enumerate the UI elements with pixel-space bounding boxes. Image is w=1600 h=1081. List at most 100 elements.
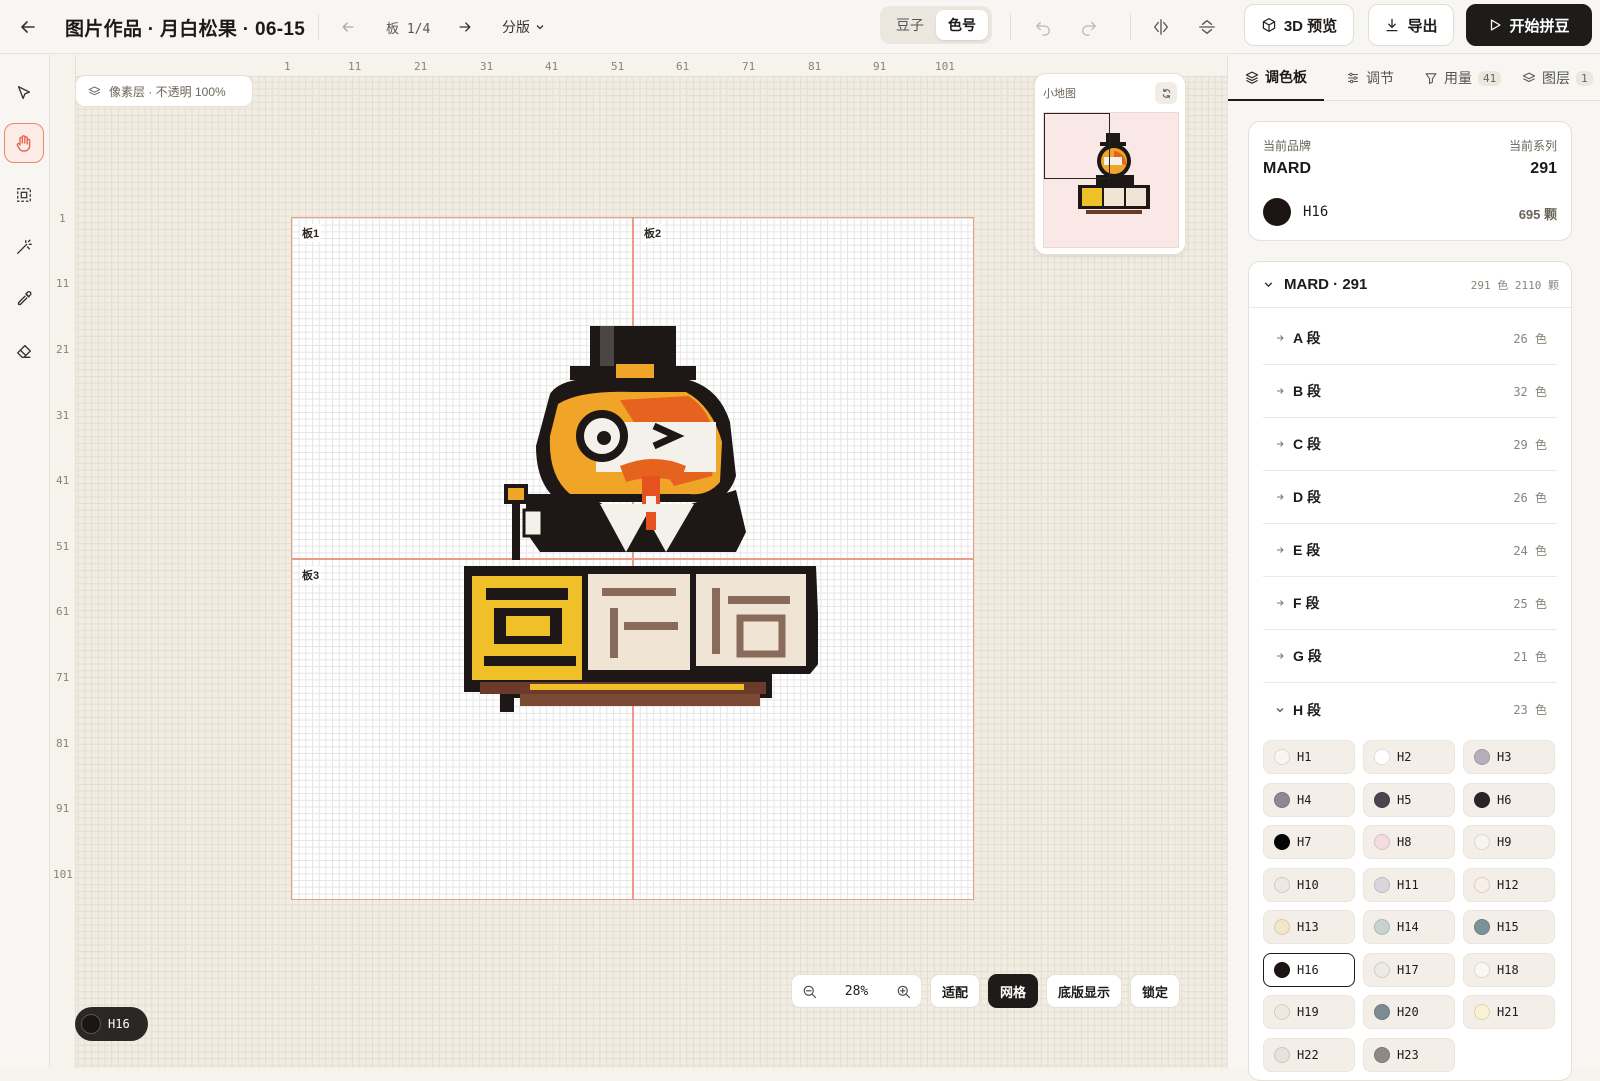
zoom-out-button[interactable] (802, 984, 817, 999)
color-chip-h19[interactable]: H19 (1263, 995, 1355, 1029)
color-code: H2 (1397, 750, 1412, 764)
color-chip-h11[interactable]: H11 (1363, 867, 1455, 902)
divider (1010, 14, 1011, 40)
undo-button[interactable] (1034, 0, 1052, 54)
color-chip-h6[interactable]: H6 (1463, 782, 1555, 817)
ruler-label: 81 (808, 60, 822, 73)
ruler-label: 31 (480, 60, 494, 73)
palette-section-f[interactable]: F 段 25 色 (1263, 577, 1557, 630)
sliders-icon (1346, 71, 1360, 85)
tab-usage[interactable]: 用量 41 (1424, 55, 1502, 101)
bead-board[interactable]: 板1 板2 板3 板4 (291, 217, 974, 900)
color-chip-h1[interactable]: H1 (1263, 740, 1355, 774)
fit-button[interactable]: 适配 (930, 974, 980, 1008)
export-button[interactable]: 导出 (1368, 4, 1454, 46)
color-chip-h20[interactable]: H20 (1363, 995, 1455, 1029)
tab-palette[interactable]: 调色板 (1228, 55, 1324, 101)
color-code: H16 (1297, 962, 1319, 977)
layer-info-pill: 像素层 · 不透明 100% (75, 75, 253, 107)
view-mode-toggle: 豆子 色号 (880, 6, 992, 44)
color-chip-h17[interactable]: H17 (1363, 952, 1455, 987)
base-display-toggle[interactable]: 底版显示 (1046, 974, 1122, 1008)
color-swatch (1274, 749, 1290, 765)
marquee-tool[interactable] (4, 175, 44, 215)
color-swatch (1274, 919, 1290, 935)
brand-name: MARD (1263, 160, 1311, 177)
minimap-viewport[interactable] (1044, 113, 1110, 179)
ruler-label: 71 (742, 60, 756, 73)
flip-vertical-button[interactable] (1198, 0, 1216, 54)
magic-wand-tool[interactable] (4, 227, 44, 267)
color-chip-h14[interactable]: H14 (1363, 910, 1455, 944)
redo-button[interactable] (1080, 0, 1098, 54)
arrow-right-icon (1275, 545, 1285, 555)
usage-count: 41 (1478, 70, 1502, 86)
color-code: H17 (1397, 962, 1419, 977)
color-swatch (1374, 791, 1390, 808)
ruler-label: 1 (284, 60, 291, 73)
chevron-down-icon (535, 22, 545, 32)
start-beading-button[interactable]: 开始拼豆 (1466, 4, 1592, 46)
minimap-refresh-button[interactable] (1155, 82, 1177, 104)
color-chip-h3[interactable]: H3 (1463, 740, 1555, 774)
palette-header[interactable]: MARD · 291 291 色 2110 颗 (1249, 262, 1571, 308)
color-code: H7 (1297, 835, 1312, 849)
canvas-area[interactable]: 1 11 21 31 41 51 61 71 81 91 101 1 11 21… (51, 55, 1227, 1068)
color-chip-h13[interactable]: H13 (1263, 910, 1355, 944)
next-board-button[interactable] (457, 0, 473, 54)
color-chip-h16[interactable]: H16 (1263, 952, 1355, 987)
pan-tool[interactable] (4, 123, 44, 163)
color-code: H21 (1497, 1005, 1519, 1019)
color-chip-h22[interactable]: H22 (1263, 1037, 1355, 1072)
ruler-label: 51 (56, 540, 70, 553)
palette-section-h[interactable]: H 段 23 色 (1263, 683, 1557, 736)
palette-section-a[interactable]: A 段 26 色 (1263, 312, 1557, 365)
color-chip-h4[interactable]: H4 (1263, 782, 1355, 817)
color-chip-h12[interactable]: H12 (1463, 867, 1555, 902)
palette-section-g[interactable]: G 段 21 色 (1263, 630, 1557, 683)
eraser-tool[interactable] (4, 331, 44, 371)
color-chip-h15[interactable]: H15 (1463, 910, 1555, 944)
color-swatch (1374, 919, 1390, 935)
split-dropdown[interactable]: 分版 (502, 0, 545, 54)
minimap-preview[interactable] (1043, 112, 1179, 248)
color-chip-h21[interactable]: H21 (1463, 995, 1555, 1029)
palette-section-d[interactable]: D 段 26 色 (1263, 471, 1557, 524)
palette-section-c[interactable]: C 段 29 色 (1263, 418, 1557, 471)
zoom-in-button[interactable] (896, 984, 911, 999)
eyedropper-tool[interactable] (4, 279, 44, 319)
color-chip-h7[interactable]: H7 (1263, 825, 1355, 859)
back-button[interactable] (18, 0, 38, 54)
color-chip-h18[interactable]: H18 (1463, 952, 1555, 987)
top-bar: 图片作品 · 月白松果 · 06-15 板 1/4 分版 豆子 色号 3D 预览… (0, 0, 1600, 54)
select-tool[interactable] (4, 73, 44, 113)
arrow-right-icon (1275, 651, 1285, 661)
chevron-down-icon (1275, 705, 1285, 715)
color-chip-h9[interactable]: H9 (1463, 825, 1555, 859)
palette-section-b[interactable]: B 段 32 色 (1263, 365, 1557, 418)
color-chip-h8[interactable]: H8 (1363, 825, 1455, 859)
color-chip-h5[interactable]: H5 (1363, 782, 1455, 817)
color-chip-h23[interactable]: H23 (1363, 1037, 1455, 1072)
color-swatch (1374, 1004, 1390, 1020)
prev-board-button[interactable] (340, 0, 356, 54)
color-chip-h2[interactable]: H2 (1363, 740, 1455, 774)
divider (1130, 14, 1131, 40)
arrow-left-icon (18, 17, 38, 37)
palette-section-e[interactable]: E 段 24 色 (1263, 524, 1557, 577)
selected-color-code: H16 (1303, 204, 1329, 220)
arrow-right-icon (457, 19, 473, 35)
view-mode-beads[interactable]: 豆子 (884, 10, 936, 40)
grid-toggle[interactable]: 网格 (988, 974, 1038, 1008)
minimap-panel: 小地图 (1034, 73, 1186, 255)
preview-3d-button[interactable]: 3D 预览 (1244, 4, 1354, 46)
series-label: 当前系列 (1508, 139, 1557, 153)
flip-horizontal-button[interactable] (1152, 0, 1170, 54)
view-mode-codes[interactable]: 色号 (936, 10, 988, 40)
tab-adjust[interactable]: 调节 (1346, 55, 1394, 101)
tab-layers[interactable]: 图层 1 (1522, 55, 1593, 101)
current-color-indicator[interactable]: H16 (75, 1007, 148, 1041)
color-chip-h10[interactable]: H10 (1263, 867, 1355, 902)
lock-toggle[interactable]: 锁定 (1130, 974, 1180, 1008)
ruler-label: 41 (545, 60, 559, 73)
